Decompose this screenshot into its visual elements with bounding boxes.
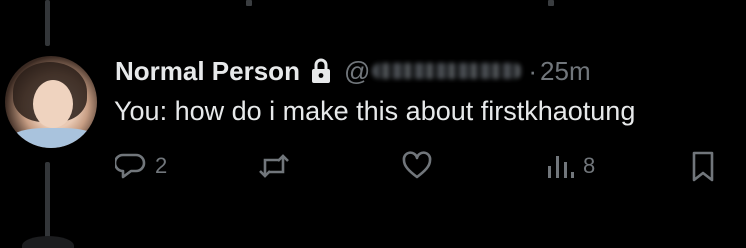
reply-count: 2 <box>155 153 168 178</box>
next-avatar <box>22 236 74 248</box>
prev-action-stub <box>548 0 554 6</box>
analytics-icon <box>545 150 575 182</box>
views-count: 8 <box>583 153 596 178</box>
tweet-header: Normal Person @ · 25m <box>115 53 591 89</box>
views-button[interactable]: 8 <box>545 150 595 182</box>
handle-redacted <box>372 63 523 79</box>
display-name[interactable]: Normal Person <box>115 56 300 87</box>
repost-icon <box>256 150 292 182</box>
avatar-face <box>33 80 73 128</box>
prev-action-stub <box>246 0 252 6</box>
lock-icon <box>310 58 332 84</box>
tweet-text: You: how do i make this about firstkhaot… <box>114 96 636 126</box>
timestamp[interactable]: 25m <box>540 56 591 87</box>
thread-line-top <box>45 0 50 46</box>
bookmark-button[interactable] <box>690 150 716 184</box>
handle-prefix: @ <box>343 55 371 86</box>
reply-icon <box>115 150 147 182</box>
reply-button[interactable]: 2 <box>115 150 167 182</box>
avatar-shirt <box>9 128 97 148</box>
heart-icon <box>401 150 433 182</box>
like-button[interactable] <box>401 150 441 182</box>
handle[interactable]: @ <box>343 55 523 87</box>
bookmark-icon <box>690 150 716 184</box>
separator-dot: · <box>528 55 538 86</box>
avatar[interactable] <box>5 56 97 148</box>
repost-button[interactable] <box>256 150 300 182</box>
